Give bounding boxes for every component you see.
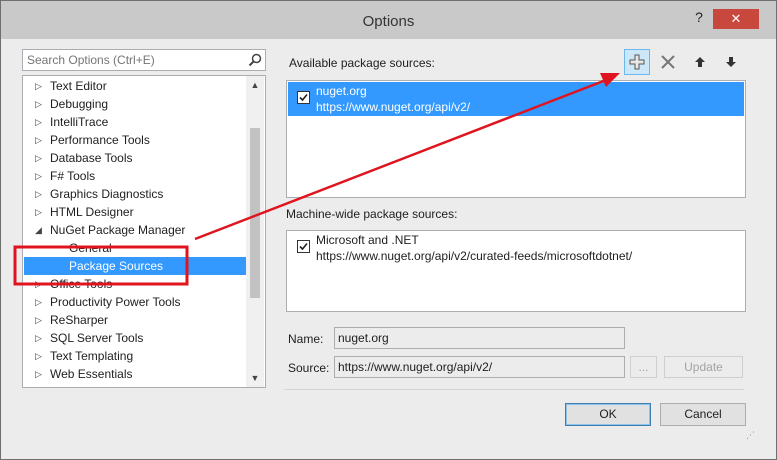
move-up-button[interactable] [687,49,713,75]
expand-arrow-icon[interactable]: ▷ [35,329,42,347]
available-sources-label: Available package sources: [289,56,435,70]
plus-icon [629,54,645,70]
tree-scrollbar[interactable]: ▲ ▼ [246,76,264,387]
tree-item-label: HTML Designer [50,205,134,219]
options-tree: ▷ Text Editor ▷ Debugging ▷ IntelliTrace… [22,75,266,388]
available-sources-list: nuget.org https://www.nuget.org/api/v2/ [286,80,746,198]
scroll-down-icon[interactable]: ▼ [246,369,264,387]
checkmark-icon [299,93,308,102]
close-button[interactable]: ✕ [713,9,759,29]
ok-button[interactable]: OK [565,403,651,426]
arrow-down-icon [726,57,736,67]
add-source-button[interactable] [624,49,650,75]
expand-arrow-icon[interactable]: ▷ [35,167,42,185]
source-field[interactable] [334,356,625,378]
source-enabled-checkbox[interactable] [297,91,310,104]
tree-item-label: Debugging [50,97,109,111]
tree-item-label: SQL Server Tools [50,331,144,345]
tree-item-label: Office Tools [50,277,113,291]
arrow-up-icon [695,57,705,67]
resize-grip-icon[interactable]: ⋰ [746,430,758,442]
cancel-button[interactable]: Cancel [660,403,746,426]
expand-arrow-icon[interactable]: ▷ [35,365,42,383]
tree-item-label: Web Essentials [50,367,133,381]
tree-item-debugging[interactable]: ▷ Debugging [24,95,246,113]
expand-arrow-icon[interactable]: ▷ [35,293,42,311]
source-label: Source: [288,361,330,375]
name-label: Name: [288,332,324,346]
source-name: nuget.org [316,84,367,98]
machine-wide-sources-label: Machine-wide package sources: [286,207,458,221]
browse-button[interactable]: ... [630,356,657,378]
tree-item-html-designer[interactable]: ▷ HTML Designer [24,203,246,221]
tree-item-text-editor[interactable]: ▷ Text Editor [24,77,246,95]
tree-item-performance-tools[interactable]: ▷ Performance Tools [24,131,246,149]
tree-item-label: Performance Tools [50,133,150,147]
tree-item-label: Text Editor [50,79,107,93]
tree-item-label: Graphics Diagnostics [50,187,164,201]
source-url: https://www.nuget.org/api/v2/curated-fee… [316,249,633,263]
tree-item-resharper[interactable]: ▷ ReSharper [24,311,246,329]
tree-item-database-tools[interactable]: ▷ Database Tools [24,149,246,167]
tree-item-label: Text Templating [50,349,134,363]
expand-arrow-icon[interactable]: ▷ [35,311,42,329]
expand-arrow-icon[interactable]: ▷ [35,113,42,131]
source-url: https://www.nuget.org/api/v2/ [316,100,471,114]
tree-item-label: IntelliTrace [50,115,109,129]
source-row-microsoft-dotnet[interactable]: Microsoft and .NET https://www.nuget.org… [288,231,744,265]
name-field[interactable] [334,327,625,349]
tree-item-label: NuGet Package Manager [50,223,186,237]
machine-wide-sources-list: Microsoft and .NET https://www.nuget.org… [286,230,746,312]
search-options-box[interactable] [22,49,266,71]
tree-item-fsharp-tools[interactable]: ▷ F# Tools [24,167,246,185]
expand-arrow-icon[interactable]: ▷ [35,95,42,113]
remove-source-button[interactable] [655,49,681,75]
expand-arrow-icon[interactable]: ▷ [35,149,42,167]
tree-item-label: F# Tools [50,169,96,183]
tree-item-sql-server-tools[interactable]: ▷ SQL Server Tools [24,329,246,347]
tree-item-nuget-package-manager[interactable]: ◢ NuGet Package Manager [24,221,246,239]
expand-arrow-icon[interactable]: ▷ [35,185,42,203]
tree-item-graphics-diagnostics[interactable]: ▷ Graphics Diagnostics [24,185,246,203]
tree-item-label: General [69,241,112,255]
tree-item-label: Package Sources [69,259,164,273]
expand-arrow-icon[interactable]: ▷ [35,203,42,221]
tree-item-text-templating[interactable]: ▷ Text Templating [24,347,246,365]
source-input[interactable] [338,360,613,374]
tree-item-office-tools[interactable]: ▷ Office Tools [24,275,246,293]
expand-arrow-icon[interactable]: ▷ [35,77,42,95]
title-bar[interactable]: Options ? ✕ [1,1,776,39]
footer-separator [284,389,744,390]
expand-arrow-icon[interactable]: ▷ [35,275,42,293]
scrollbar-thumb[interactable] [250,128,260,298]
checkmark-icon [299,242,308,251]
search-input[interactable] [27,52,237,68]
source-name: Microsoft and .NET [316,233,419,247]
tree-item-label: ReSharper [50,313,109,327]
tree-item-productivity-power-tools[interactable]: ▷ Productivity Power Tools [24,293,246,311]
tree-item-web-essentials[interactable]: ▷ Web Essentials [24,365,246,383]
tree-item-label: Productivity Power Tools [50,295,181,309]
tree-item-intellitrace[interactable]: ▷ IntelliTrace [24,113,246,131]
update-button[interactable]: Update [664,356,743,378]
move-down-button[interactable] [718,49,744,75]
help-button[interactable]: ? [689,9,709,29]
remove-x-icon [661,55,675,69]
source-enabled-checkbox[interactable] [297,240,310,253]
scroll-up-icon[interactable]: ▲ [246,76,264,94]
collapse-arrow-icon[interactable]: ◢ [35,221,42,239]
tree-item-general[interactable]: General [24,239,246,257]
dialog-title: Options [362,13,415,30]
search-icon[interactable] [248,53,262,67]
expand-arrow-icon[interactable]: ▷ [35,131,42,149]
name-input[interactable] [338,331,613,345]
source-row-nuget-org[interactable]: nuget.org https://www.nuget.org/api/v2/ [288,82,744,116]
tree-item-label: Database Tools [50,151,133,165]
expand-arrow-icon[interactable]: ▷ [35,347,42,365]
tree-item-package-sources[interactable]: Package Sources [24,257,246,275]
